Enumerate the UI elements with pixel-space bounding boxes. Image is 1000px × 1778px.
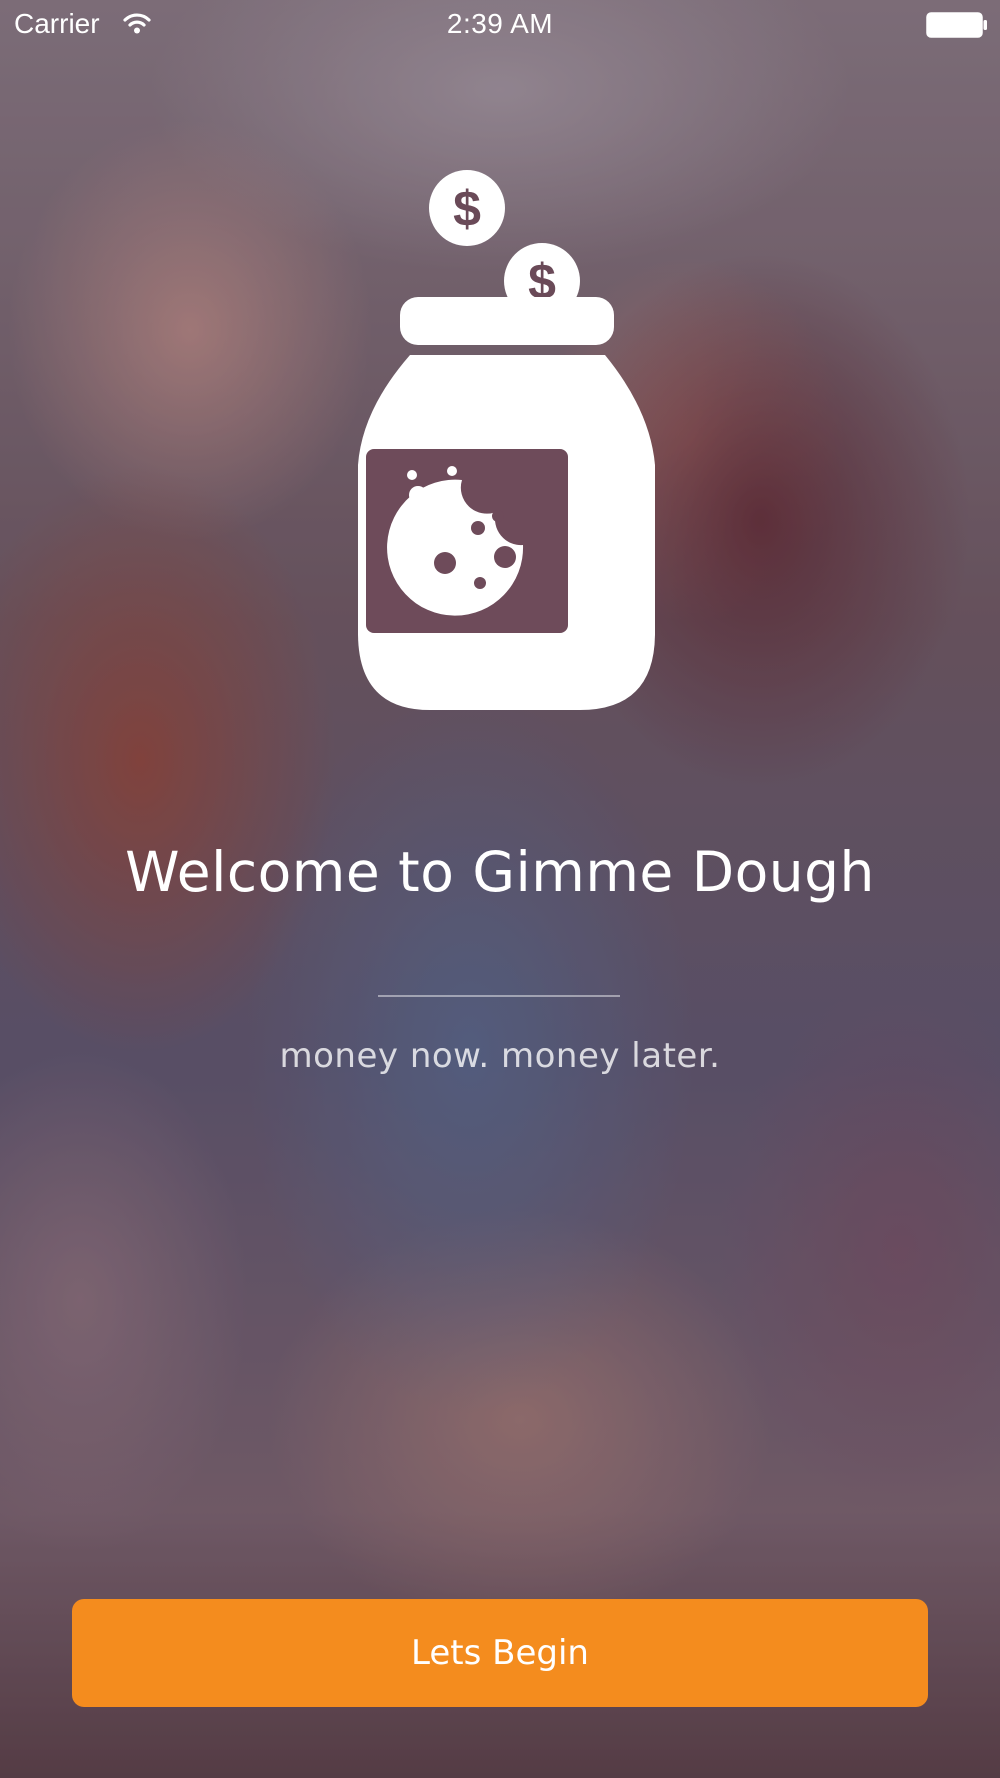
dollar-coin-icon: $ <box>429 170 505 246</box>
status-time: 2:39 AM <box>446 8 554 39</box>
cookie-jar-logo-icon: $ $ <box>358 170 655 710</box>
welcome-title: Welcome to Gimme Dough <box>125 840 875 904</box>
coin-symbol: $ <box>453 181 481 237</box>
jar-lid <box>400 297 614 345</box>
status-bar: Carrier 2:39 AM <box>0 0 1000 50</box>
welcome-screen: Carrier 2:39 AM $ $ Welcome to Gimme Dou… <box>0 0 1000 1778</box>
divider <box>378 995 620 997</box>
battery-full-icon <box>926 12 987 38</box>
lets-begin-button[interactable]: Lets Begin <box>72 1599 928 1707</box>
tagline: money now. money later. <box>279 1036 721 1076</box>
